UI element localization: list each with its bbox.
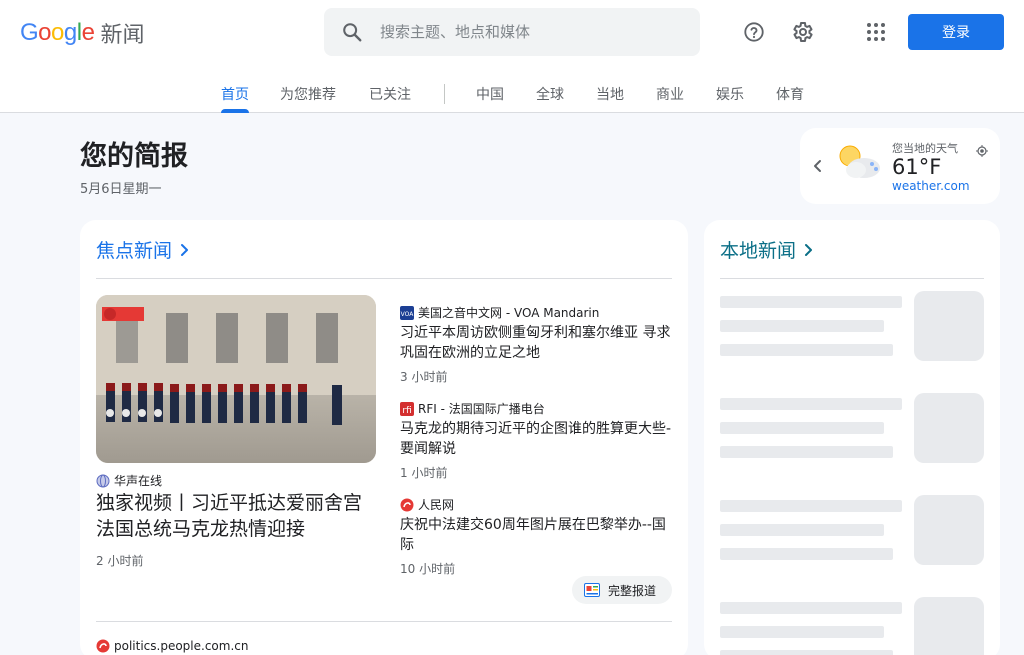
chevron-right-icon	[805, 243, 813, 256]
story-source[interactable]: VOA 美国之音中文网 - VOA Mandarin	[400, 304, 599, 321]
people-daily-logo-icon	[400, 498, 414, 512]
partly-cloudy-icon	[834, 142, 884, 186]
briefing-title: 您的简报	[80, 141, 188, 172]
story-time: 10 小时前	[400, 562, 456, 576]
svg-text:VOA: VOA	[401, 311, 414, 318]
story-time: 1 小时前	[400, 466, 448, 480]
full-coverage-label: 完整报道	[608, 583, 657, 598]
tab-for-you[interactable]: 为您推荐	[280, 84, 336, 113]
story-title[interactable]: 马克龙的期待习近平的企图谁的胜算更大些- 要闻解说	[400, 419, 676, 459]
story-source[interactable]: rfi RFI - 法国国际广播电台	[400, 400, 545, 417]
weather-temperature: 61°F	[892, 155, 942, 179]
top-bar: Google 新闻 登录 首页 为您推荐 已关注 中国 全球 当地 商业 娱乐	[0, 0, 1024, 113]
tab-home[interactable]: 首页	[221, 84, 249, 113]
story-title[interactable]: 习近平本周访欧侧重匈牙利和塞尔维亚 寻求巩固在欧洲的立足之地	[400, 323, 676, 363]
tab-china[interactable]: 中国	[476, 84, 504, 113]
tab-world[interactable]: 全球	[536, 84, 564, 113]
local-news-heading-text: 本地新闻	[720, 240, 797, 262]
hero-story-source[interactable]: 华声在线	[96, 472, 162, 489]
story-title[interactable]: 庆祝中法建交60周年图片展在巴黎举办--国际	[400, 515, 676, 555]
tab-business[interactable]: 商业	[656, 84, 684, 113]
divider	[96, 278, 672, 279]
hero-source-name: 华声在线	[114, 474, 163, 488]
chevron-right-icon	[181, 243, 189, 256]
top-stories-heading-text: 焦点新闻	[96, 240, 173, 262]
full-coverage-icon	[584, 583, 600, 597]
weather-widget[interactable]: 您当地的天气 61°F weather.com	[800, 128, 1000, 204]
story-source[interactable]: 人民网	[400, 496, 454, 513]
story-source-name: 美国之音中文网 - VOA Mandarin	[418, 306, 600, 320]
settings-gear-icon[interactable]	[786, 16, 818, 48]
local-news-card: 本地新闻	[704, 220, 1000, 655]
search-icon[interactable]	[324, 21, 380, 43]
weather-location: 您当地的天气	[892, 142, 958, 155]
story-source-name: 人民网	[418, 498, 455, 512]
search-input[interactable]	[380, 23, 680, 41]
tab-divider	[444, 84, 445, 104]
top-stories-card: 焦点新闻 华声在线 独家视频丨习近平抵达爱丽舍宫 法国总统马克龙热情迎接 2 小…	[80, 220, 688, 655]
briefing-date: 5月6日星期一	[80, 182, 162, 197]
hero-story-title[interactable]: 独家视频丨习近平抵达爱丽舍宫 法国总统马克龙热情迎接	[96, 490, 380, 542]
weather-source-link[interactable]: weather.com	[892, 179, 970, 193]
svg-text:rfi: rfi	[402, 406, 411, 416]
tab-following[interactable]: 已关注	[369, 84, 411, 113]
next-story-source[interactable]: politics.people.com.cn	[96, 639, 248, 653]
search-box[interactable]	[324, 8, 700, 56]
chevron-left-icon[interactable]	[812, 158, 824, 178]
google-news-logo[interactable]: Google 新闻	[20, 18, 144, 48]
logo-word: Google	[20, 19, 95, 46]
apps-grid-icon[interactable]	[860, 16, 892, 48]
local-news-heading[interactable]: 本地新闻	[720, 236, 814, 263]
rfi-logo-icon: rfi	[400, 401, 414, 416]
full-coverage-button[interactable]: 完整报道	[572, 576, 672, 604]
divider	[720, 278, 984, 279]
tab-entertainment[interactable]: 娱乐	[716, 84, 744, 113]
section-tabs: 首页 为您推荐 已关注 中国 全球 当地 商业 娱乐 体育	[0, 78, 1024, 113]
story-time: 3 小时前	[400, 370, 448, 384]
globe-icon	[96, 474, 110, 488]
hero-story-image[interactable]	[96, 295, 376, 463]
tab-local[interactable]: 当地	[596, 84, 624, 113]
story-source-name: RFI - 法国国际广播电台	[418, 402, 545, 416]
voa-logo-icon: VOA	[400, 305, 414, 320]
help-icon[interactable]	[738, 16, 770, 48]
hero-story-time: 2 小时前	[96, 554, 144, 568]
top-stories-heading[interactable]: 焦点新闻	[96, 236, 190, 263]
people-daily-logo-icon	[96, 639, 110, 653]
logo-news-text: 新闻	[100, 23, 145, 48]
tab-sports[interactable]: 体育	[776, 84, 804, 113]
next-story-source-name: politics.people.com.cn	[114, 639, 249, 653]
login-button[interactable]: 登录	[908, 14, 1004, 50]
location-target-icon[interactable]	[976, 142, 988, 161]
divider	[96, 621, 672, 622]
